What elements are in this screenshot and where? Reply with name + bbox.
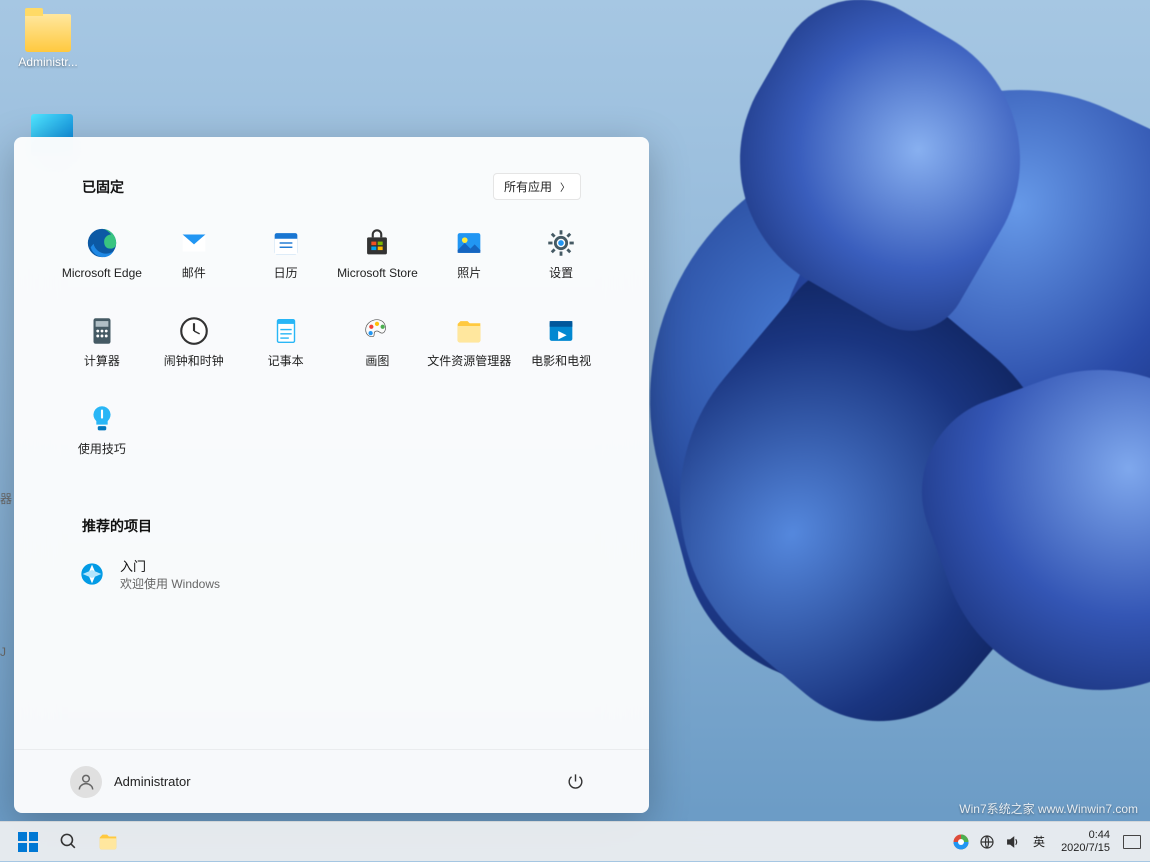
pinned-app-movies[interactable]: 电影和电视 — [515, 308, 607, 392]
app-label: 电影和电视 — [531, 354, 591, 368]
folder-icon — [97, 831, 119, 853]
taskbar-time: 0:44 — [1061, 829, 1110, 842]
folder-icon — [25, 14, 71, 52]
notification-icon — [1123, 835, 1141, 849]
calendar-icon — [269, 226, 303, 260]
pinned-app-calendar[interactable]: 日历 — [240, 220, 332, 304]
file-explorer-taskbar-button[interactable] — [88, 822, 128, 862]
taskbar-date: 2020/7/15 — [1061, 842, 1110, 855]
start-button[interactable] — [8, 822, 48, 862]
pinned-app-explorer[interactable]: 文件资源管理器 — [423, 308, 515, 392]
avatar-icon — [70, 766, 102, 798]
pinned-app-paint[interactable]: 画图 — [332, 308, 424, 392]
search-icon — [59, 832, 78, 851]
partial-text: J — [0, 645, 6, 661]
chevron-right-icon: 〉 — [560, 179, 570, 194]
calculator-icon — [85, 314, 119, 348]
explorer-icon — [452, 314, 486, 348]
app-label: 文件资源管理器 — [427, 354, 511, 368]
app-label: 日历 — [274, 266, 298, 280]
app-label: Microsoft Store — [337, 266, 418, 280]
getstarted-icon — [76, 558, 108, 590]
recommended-title: 入门 — [120, 556, 220, 575]
app-label: 计算器 — [84, 354, 120, 368]
pinned-app-settings[interactable]: 设置 — [515, 220, 607, 304]
app-label: 画图 — [365, 354, 389, 368]
edge-icon — [85, 226, 119, 260]
notifications-button[interactable] — [1122, 832, 1142, 852]
user-name-label: Administrator — [114, 774, 191, 789]
user-account-button[interactable]: Administrator — [70, 766, 191, 798]
paint-icon — [360, 314, 394, 348]
store-icon — [360, 226, 394, 260]
pinned-app-mail[interactable]: 邮件 — [148, 220, 240, 304]
pinned-app-edge[interactable]: Microsoft Edge — [56, 220, 148, 304]
ime-indicator[interactable]: 英 — [1029, 832, 1049, 852]
recommended-section-title: 推荐的项目 — [82, 516, 152, 536]
pinned-app-clock[interactable]: 闹钟和时钟 — [148, 308, 240, 392]
pinned-app-photos[interactable]: 照片 — [423, 220, 515, 304]
tray-app-icon[interactable] — [951, 832, 971, 852]
network-icon[interactable] — [977, 832, 997, 852]
watermark-text: Win7系统之家 www.Winwin7.com — [959, 800, 1138, 817]
recommended-item[interactable]: 入门欢迎使用 Windows — [50, 550, 613, 598]
pinned-app-store[interactable]: Microsoft Store — [332, 220, 424, 304]
app-label: 照片 — [457, 266, 481, 280]
notepad-icon — [269, 314, 303, 348]
recommended-subtitle: 欢迎使用 Windows — [120, 575, 220, 592]
partial-text: 器 — [0, 490, 12, 661]
pinned-app-calculator[interactable]: 计算器 — [56, 308, 148, 392]
clock-icon — [177, 314, 211, 348]
taskbar: 英 0:44 2020/7/15 — [0, 821, 1150, 861]
search-button[interactable] — [48, 822, 88, 862]
app-label: Microsoft Edge — [62, 266, 142, 280]
app-label: 记事本 — [268, 354, 304, 368]
app-label: 闹钟和时钟 — [164, 354, 224, 368]
power-icon — [566, 772, 585, 791]
pinned-app-tips[interactable]: 使用技巧 — [56, 396, 148, 480]
system-tray: 英 0:44 2020/7/15 — [951, 829, 1142, 854]
photos-icon — [452, 226, 486, 260]
pinned-section-title: 已固定 — [82, 177, 124, 197]
clock-button[interactable]: 0:44 2020/7/15 — [1055, 829, 1116, 854]
mail-icon — [177, 226, 211, 260]
start-menu: 已固定 所有应用 〉 Microsoft Edge 邮件 日历 Microsoft S… — [14, 137, 649, 813]
desktop-icon-label: Administr... — [18, 55, 77, 69]
app-label: 设置 — [549, 266, 573, 280]
power-button[interactable] — [557, 764, 593, 800]
windows-logo-icon — [18, 832, 38, 852]
all-apps-label: 所有应用 — [504, 178, 552, 195]
desktop-folder-administrator[interactable]: Administr... — [10, 10, 86, 73]
recommended-list: 入门欢迎使用 Windows — [50, 550, 613, 598]
settings-icon — [544, 226, 578, 260]
app-label: 使用技巧 — [78, 442, 126, 456]
all-apps-button[interactable]: 所有应用 〉 — [493, 173, 581, 200]
volume-icon[interactable] — [1003, 832, 1023, 852]
pinned-apps-grid: Microsoft Edge 邮件 日历 Microsoft Store 照片 设置计算器… — [50, 220, 613, 480]
movies-icon — [544, 314, 578, 348]
pinned-app-notepad[interactable]: 记事本 — [240, 308, 332, 392]
tips-icon — [85, 402, 119, 436]
app-label: 邮件 — [182, 266, 206, 280]
